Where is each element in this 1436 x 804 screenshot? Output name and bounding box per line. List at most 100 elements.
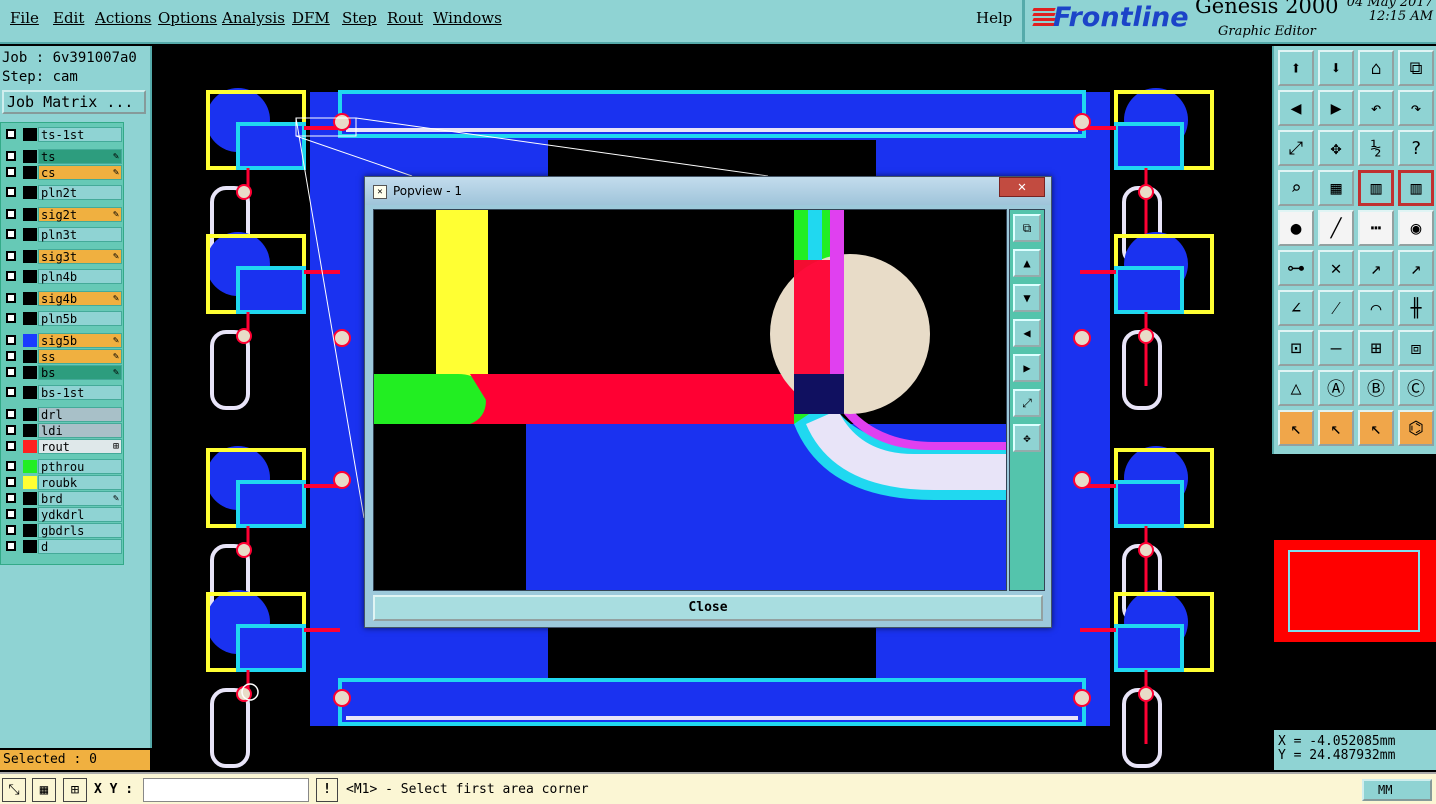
layer-row[interactable]: gbdrls	[3, 523, 122, 538]
segment-icon[interactable]: —	[1318, 330, 1354, 366]
layer-name[interactable]: ts ✎	[38, 149, 122, 164]
layer-row[interactable]: pln5b	[3, 311, 122, 326]
ruler-icon[interactable]: ┅	[1358, 210, 1394, 246]
layer-row[interactable]: sig5b ✎	[3, 333, 122, 348]
job-matrix-button[interactable]: Job Matrix ...	[2, 90, 146, 114]
layer-row[interactable]: sig3t ✎	[3, 249, 122, 264]
xy-input[interactable]	[143, 778, 309, 802]
popview-pan-down-icon[interactable]: ▼	[1013, 284, 1041, 312]
popview-titlebar[interactable]: ✕ Popview - 1 ✕	[365, 177, 1051, 205]
layer-row[interactable]: pln2t	[3, 185, 122, 200]
popview-zoom-fit-icon[interactable]: ⤢	[1013, 389, 1041, 417]
layer-row[interactable]: sig4b ✎	[3, 291, 122, 306]
pointer-box-icon[interactable]: ↖	[1318, 410, 1354, 446]
select-line-icon[interactable]: ╱	[1318, 210, 1354, 246]
layer-name[interactable]: roubk	[38, 475, 122, 490]
layer-checkbox[interactable]	[6, 229, 16, 239]
help-icon[interactable]: ?	[1398, 130, 1434, 166]
layer-row[interactable]: d	[3, 539, 122, 554]
layers-red-icon[interactable]: ▥	[1358, 170, 1394, 206]
layer-checkbox[interactable]	[6, 151, 16, 161]
layer-name[interactable]: drl	[38, 407, 122, 422]
layer-checkbox[interactable]	[6, 409, 16, 419]
triangle-icon[interactable]: △	[1278, 370, 1314, 406]
arrow-line-icon[interactable]: ↗	[1358, 250, 1394, 286]
layer-name[interactable]: d	[38, 539, 122, 554]
layer-checkbox[interactable]	[6, 477, 16, 487]
menu-options[interactable]: Options	[158, 9, 217, 27]
layer-name[interactable]: ts-1st	[38, 127, 122, 142]
layer-checkbox[interactable]	[6, 313, 16, 323]
undo-icon[interactable]: ↶	[1358, 90, 1394, 126]
close-icon[interactable]: ✕	[999, 177, 1045, 197]
layer-row[interactable]: ss ✎	[3, 349, 122, 364]
popview-window-icon[interactable]: ⧉	[1013, 214, 1041, 242]
layer-checkbox[interactable]	[6, 509, 16, 519]
warning-button[interactable]: !	[316, 778, 338, 802]
grid-icon[interactable]: ▦	[32, 778, 56, 802]
layer-name[interactable]: sig3t ✎	[38, 249, 122, 264]
menu-file[interactable]: File	[10, 9, 39, 27]
arc-icon[interactable]: ⌒	[1358, 290, 1394, 326]
layer-row[interactable]: drl	[3, 407, 122, 422]
window-icon[interactable]: ⧉	[1398, 50, 1434, 86]
layer-name[interactable]: ldi	[38, 423, 122, 438]
layer-name[interactable]: sig5b ✎	[38, 333, 122, 348]
layer-row[interactable]: bs-1st	[3, 385, 122, 400]
connect-icon[interactable]: ⌬	[1398, 410, 1434, 446]
layer-name[interactable]: ydkdrl	[38, 507, 122, 522]
popview-canvas[interactable]	[373, 209, 1007, 591]
layer-name[interactable]: sig2t ✎	[38, 207, 122, 222]
layer-checkbox[interactable]	[6, 387, 16, 397]
layer-checkbox[interactable]	[6, 209, 16, 219]
triangle-b-icon[interactable]: Ⓑ	[1358, 370, 1394, 406]
layer-checkbox[interactable]	[6, 441, 16, 451]
layer-row[interactable]: cs ✎	[3, 165, 122, 180]
menu-help[interactable]: Help	[976, 9, 1012, 27]
layer-row[interactable]: ts-1st	[3, 127, 122, 142]
angle-line-icon[interactable]: ∠	[1278, 290, 1314, 326]
layer-checkbox[interactable]	[6, 461, 16, 471]
layer-checkbox[interactable]	[6, 167, 16, 177]
layer-row[interactable]: ldi	[3, 423, 122, 438]
menu-edit[interactable]: Edit	[53, 9, 84, 27]
node-edit-icon[interactable]: ⊡	[1278, 330, 1314, 366]
layer-checkbox[interactable]	[6, 351, 16, 361]
popview-pan-left-icon[interactable]: ◀	[1013, 319, 1041, 347]
snap-icon[interactable]: ⊞	[63, 778, 87, 802]
layer-name[interactable]: pln4b	[38, 269, 122, 284]
split-icon[interactable]: ╫	[1398, 290, 1434, 326]
slash-line-icon[interactable]: ⁄	[1318, 290, 1354, 326]
layer-name[interactable]: bs-1st	[38, 385, 122, 400]
measure-icon[interactable]: ⌕	[1278, 170, 1314, 206]
move-up-icon[interactable]: ⬆	[1278, 50, 1314, 86]
zoom-fit-icon[interactable]: ⤢	[1278, 130, 1314, 166]
overview-map[interactable]	[1274, 540, 1436, 642]
pan-left-icon[interactable]: ◀	[1278, 90, 1314, 126]
select-point-icon[interactable]: ●	[1278, 210, 1314, 246]
layer-name[interactable]: gbdrls	[38, 523, 122, 538]
arrow-line-2-icon[interactable]: ↗	[1398, 250, 1434, 286]
pointer-icon[interactable]: ↖	[1278, 410, 1314, 446]
layer-row[interactable]: ydkdrl	[3, 507, 122, 522]
home-icon[interactable]: ⌂	[1358, 50, 1394, 86]
layer-name[interactable]: pthrou	[38, 459, 122, 474]
scale-icon[interactable]: ½	[1358, 130, 1394, 166]
popview-pan-right-icon[interactable]: ▶	[1013, 354, 1041, 382]
layer-checkbox[interactable]	[6, 129, 16, 139]
move-down-icon[interactable]: ⬇	[1318, 50, 1354, 86]
layer-checkbox[interactable]	[6, 541, 16, 551]
layer-checkbox[interactable]	[6, 367, 16, 377]
popview-pan-up-icon[interactable]: ▲	[1013, 249, 1041, 277]
menu-analysis[interactable]: Analysis	[222, 9, 285, 27]
redo-icon[interactable]: ↷	[1398, 90, 1434, 126]
layer-row[interactable]: roubk	[3, 475, 122, 490]
layer-checkbox[interactable]	[6, 335, 16, 345]
zoom-window-icon[interactable]: ⤡	[2, 778, 26, 802]
layer-name[interactable]: bs ✎	[38, 365, 122, 380]
layer-name[interactable]: brd ✎	[38, 491, 122, 506]
units-selector[interactable]: MM	[1362, 779, 1432, 801]
menu-rout[interactable]: Rout	[387, 9, 423, 27]
pointer-arc-icon[interactable]: ↖	[1358, 410, 1394, 446]
layer-checkbox[interactable]	[6, 187, 16, 197]
